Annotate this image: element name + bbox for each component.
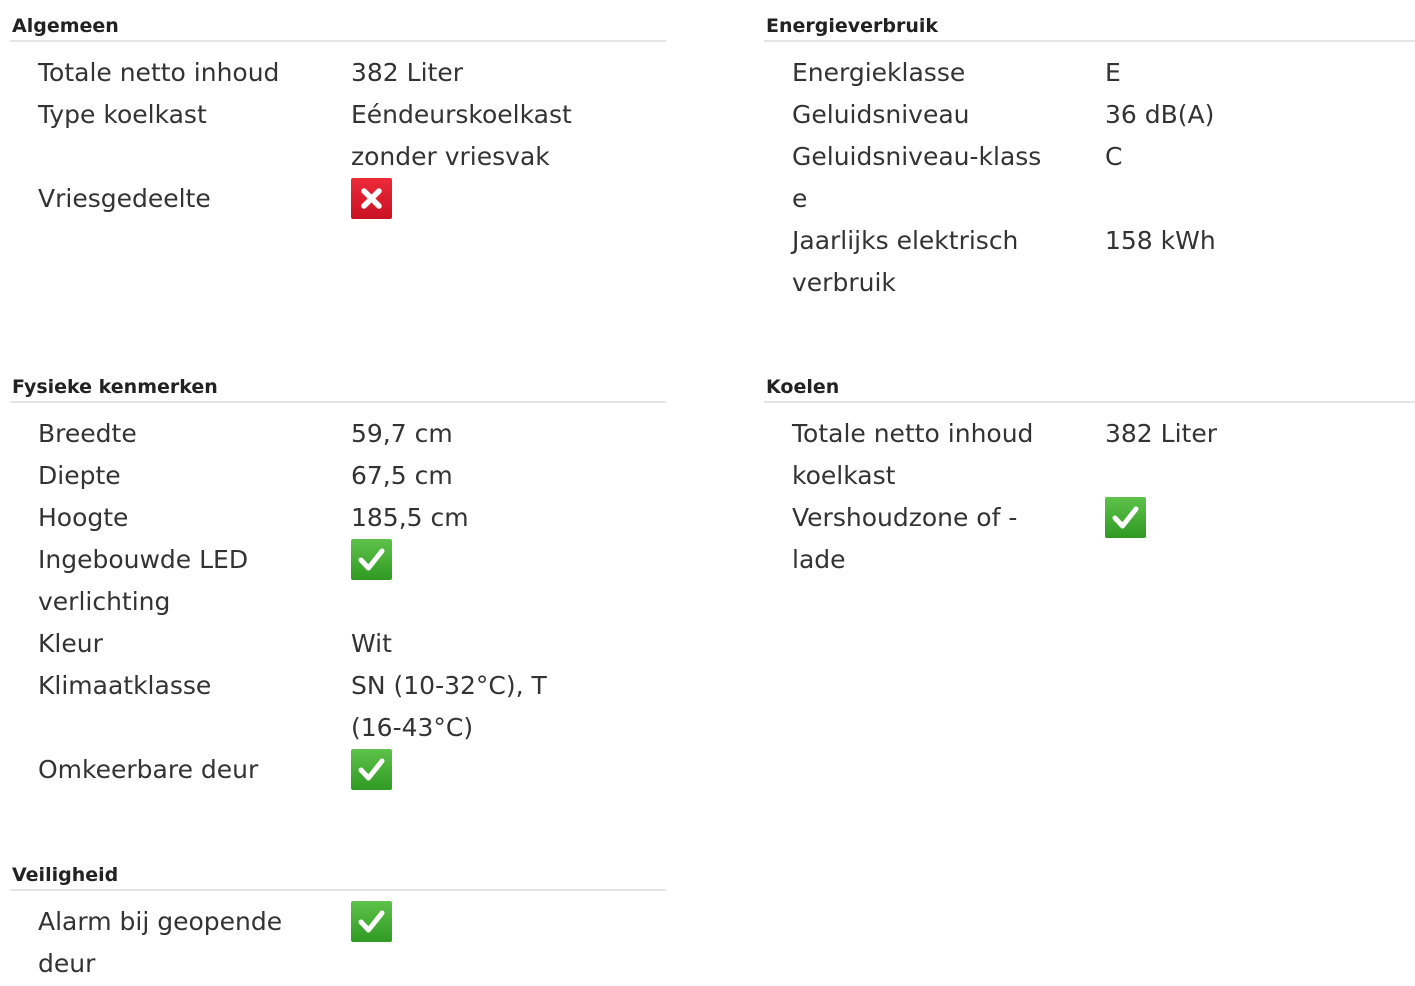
spec-row: Kleur Wit: [10, 623, 666, 665]
spec-label: Omkeerbare deur: [38, 755, 259, 784]
spec-label: Kleur: [38, 629, 103, 658]
spec-row: Ingebouwde LED verlichting: [10, 539, 666, 623]
spec-label: Jaarlijks elektrisch verbruik: [792, 226, 1019, 297]
spec-label: Type koelkast: [38, 100, 207, 129]
spec-row: Vriesgedeelte: [10, 178, 666, 220]
cross-icon: [351, 178, 392, 219]
spec-label: Ingebouwde LED verlichting: [38, 545, 249, 616]
spec-row: Totale netto inhoud 382 Liter: [10, 52, 666, 94]
spec-value: [325, 749, 591, 791]
spec-row: Breedte 59,7 cm: [10, 413, 666, 455]
check-icon: [351, 539, 392, 580]
spec-row: Geluidsniveau-klasse C: [764, 136, 1415, 220]
spec-row: Type koelkast Eéndeurskoelkast zonder vr…: [10, 94, 666, 178]
spec-label: Alarm bij geopende deur: [38, 907, 283, 978]
spec-row: Totale netto inhoud koelkast 382 Liter: [764, 413, 1415, 497]
spec-label: Energieklasse: [792, 58, 966, 87]
spec-value: SN (10-32°C), T (16-43°C): [351, 671, 547, 742]
section-title-koelen: Koelen: [764, 373, 1415, 403]
spec-label: Vershoudzone of -lade: [792, 503, 1018, 574]
section-title-energieverbruik: Energieverbruik: [764, 12, 1415, 42]
spec-row: Jaarlijks elektrisch verbruik 158 kWh: [764, 220, 1415, 304]
check-icon: [351, 901, 392, 942]
spec-row: Alarm bij geopende deur: [10, 901, 666, 985]
check-icon: [351, 749, 392, 790]
spec-value: E: [1105, 58, 1121, 87]
section-veiligheid: Veiligheid Alarm bij geopende deur: [10, 861, 666, 985]
spec-label: Totale netto inhoud: [38, 58, 280, 87]
spec-value: 59,7 cm: [351, 419, 453, 448]
spec-value: Wit: [351, 629, 392, 658]
section-title-algemeen: Algemeen: [10, 12, 666, 42]
spec-value: 67,5 cm: [351, 461, 453, 490]
spec-label: Hoogte: [38, 503, 129, 532]
spec-value: C: [1105, 142, 1123, 171]
spec-label: Diepte: [38, 461, 121, 490]
spec-value: 382 Liter: [1105, 419, 1217, 448]
spec-label: Geluidsniveau: [792, 100, 970, 129]
spec-row: Vershoudzone of -lade: [764, 497, 1415, 581]
spec-value: [1079, 497, 1345, 581]
check-icon: [1105, 497, 1146, 538]
section-title-fysieke-kenmerken: Fysieke kenmerken: [10, 373, 666, 403]
section-koelen: Koelen Totale netto inhoud koelkast 382 …: [764, 373, 1415, 581]
spec-value: [325, 178, 591, 220]
spec-row: Geluidsniveau 36 dB(A): [764, 94, 1415, 136]
section-fysieke-kenmerken: Fysieke kenmerken Breedte 59,7 cm Diepte…: [10, 373, 666, 791]
spec-label: Klimaatklasse: [38, 671, 212, 700]
spec-value: 158 kWh: [1105, 226, 1216, 255]
spec-row: Omkeerbare deur: [10, 749, 666, 791]
spec-label: Geluidsniveau-klasse: [792, 142, 1042, 213]
spec-value: [325, 539, 591, 623]
spec-row: Hoogte 185,5 cm: [10, 497, 666, 539]
section-algemeen: Algemeen Totale netto inhoud 382 Liter T…: [10, 12, 666, 220]
spec-label: Breedte: [38, 419, 137, 448]
spec-label: Vriesgedeelte: [38, 184, 211, 213]
spec-label: Totale netto inhoud koelkast: [792, 419, 1034, 490]
section-title-veiligheid: Veiligheid: [10, 861, 666, 891]
spec-row: Klimaatklasse SN (10-32°C), T (16-43°C): [10, 665, 666, 749]
spec-value: 382 Liter: [351, 58, 463, 87]
spec-row: Energieklasse E: [764, 52, 1415, 94]
spec-value: Eéndeurskoelkast zonder vriesvak: [351, 100, 572, 171]
spec-value: [325, 901, 591, 985]
section-energieverbruik: Energieverbruik Energieklasse E Geluidsn…: [764, 12, 1415, 304]
spec-value: 185,5 cm: [351, 503, 469, 532]
spec-row: Diepte 67,5 cm: [10, 455, 666, 497]
spec-value: 36 dB(A): [1105, 100, 1215, 129]
